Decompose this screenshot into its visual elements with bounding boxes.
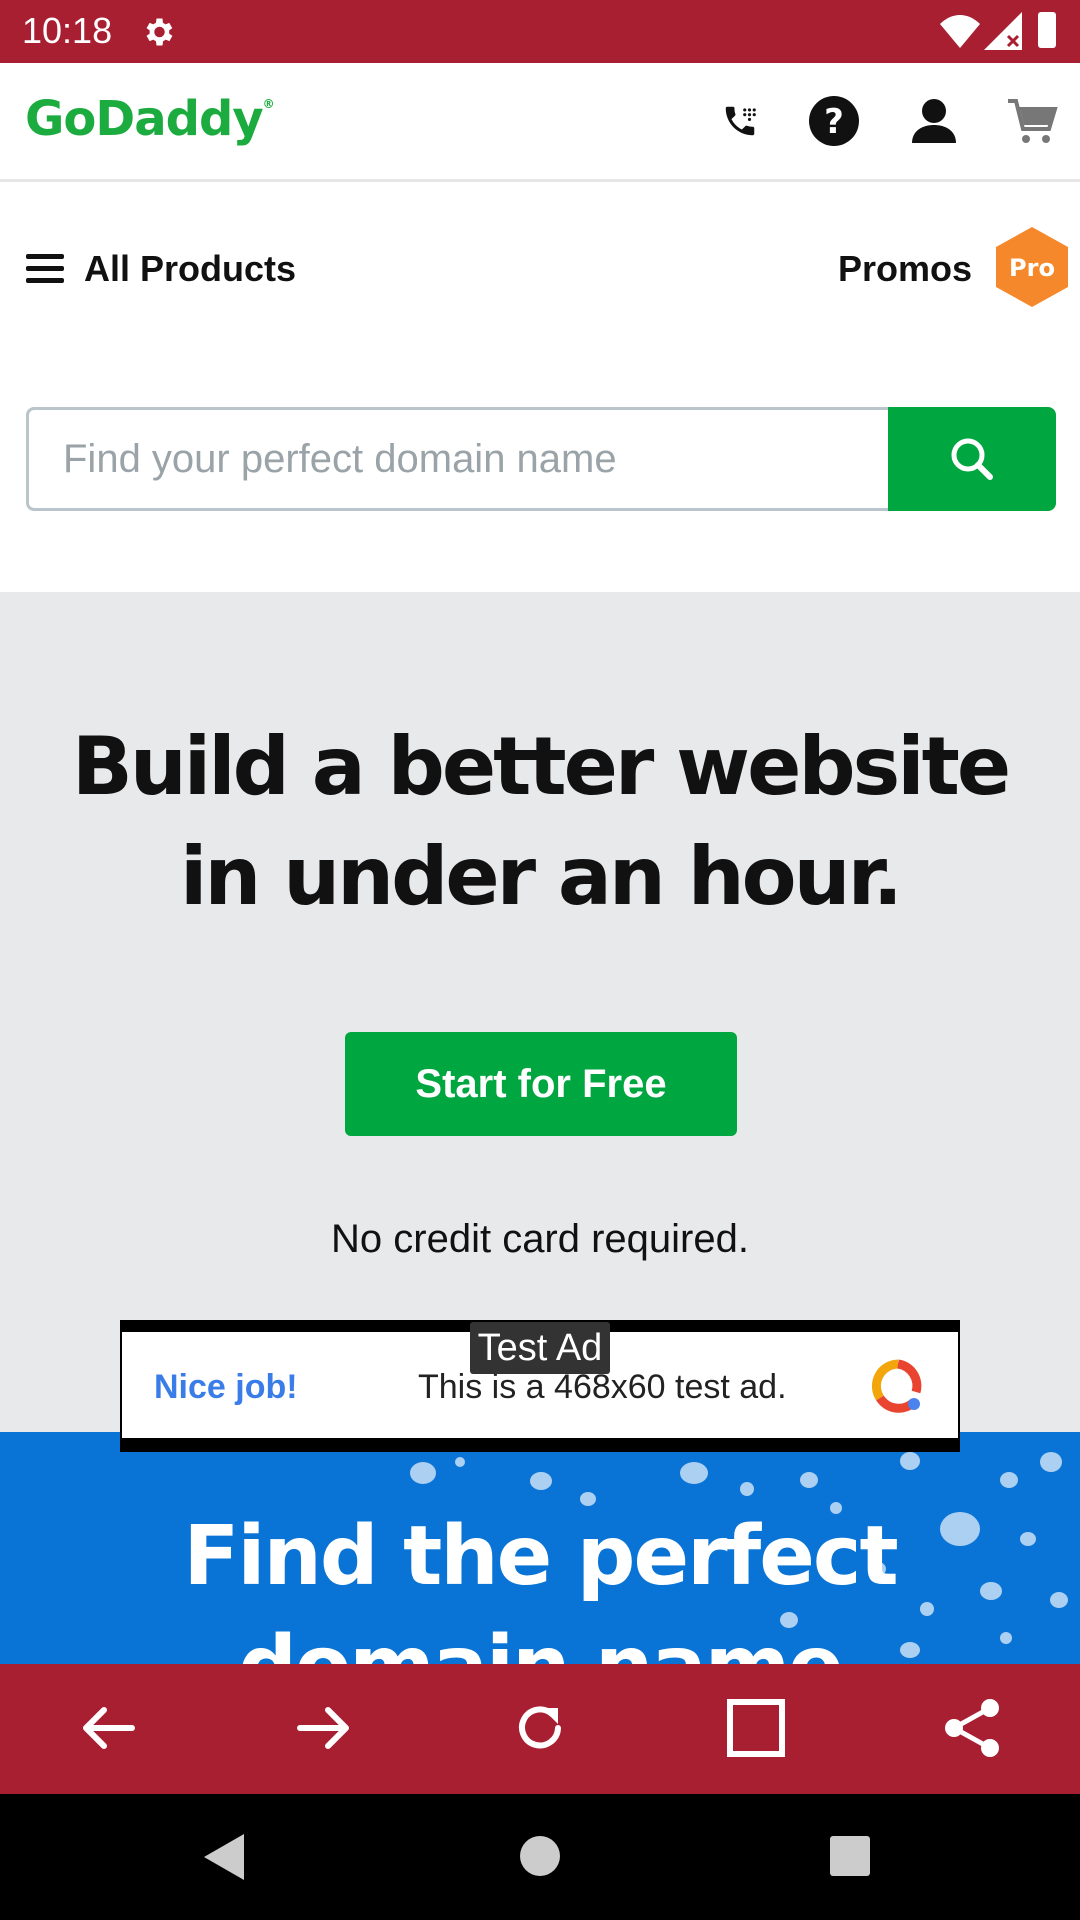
start-free-button[interactable]: Start for Free (345, 1032, 737, 1136)
hero-title: Build a better website in under an hour. (0, 712, 1080, 932)
domain-search-input[interactable] (26, 407, 890, 511)
system-recents-icon[interactable] (830, 1836, 870, 1876)
account-icon[interactable] (906, 93, 962, 149)
hero-title-line1: Build a better website (71, 720, 1011, 813)
registered-mark: ® (262, 97, 275, 111)
pro-badge-icon[interactable]: Pro (996, 227, 1068, 307)
phone-icon[interactable] (712, 93, 768, 149)
test-ad-label: Test Ad (470, 1322, 610, 1374)
pro-badge-label: Pro (1009, 254, 1055, 282)
back-arrow-icon[interactable] (76, 1696, 140, 1760)
domain-search (26, 407, 1056, 511)
godaddy-logo[interactable]: GoDaddy® (25, 91, 275, 147)
site-header: GoDaddy® ? (0, 63, 1080, 182)
domain-section: Find the perfect domain name (0, 1432, 1080, 1664)
logo-text: GoDaddy (25, 91, 264, 147)
signal-icon (984, 12, 1022, 50)
promos-link[interactable]: Promos (838, 248, 972, 290)
no-credit-card-note: No credit card required. (331, 1217, 749, 1261)
domain-title-line1: Find the perfect (183, 1509, 898, 1604)
system-navigation-bar (0, 1794, 1080, 1920)
settings-gear-icon (146, 18, 173, 46)
status-bar: 10:18 (0, 0, 1080, 63)
domain-title: Find the perfect domain name (0, 1502, 1080, 1664)
hero-section: Build a better website in under an hour.… (0, 592, 1080, 1432)
system-back-icon[interactable] (204, 1834, 244, 1880)
search-button[interactable] (888, 407, 1056, 511)
share-icon[interactable] (940, 1696, 1004, 1760)
forward-arrow-icon[interactable] (292, 1696, 356, 1760)
svg-text:?: ? (824, 102, 844, 142)
battery-icon (1038, 12, 1056, 48)
system-home-icon[interactable] (520, 1836, 560, 1876)
wifi-icon (940, 15, 980, 48)
nav-area: All Products Promos Pro (0, 182, 1080, 592)
refresh-icon[interactable] (508, 1696, 572, 1760)
all-products-link[interactable]: All Products (84, 248, 296, 290)
ad-logo-icon (871, 1359, 922, 1413)
domain-title-line2: domain name (238, 1619, 844, 1664)
browser-toolbar (0, 1664, 1080, 1794)
search-icon (951, 438, 993, 480)
cart-icon[interactable] (1004, 93, 1060, 149)
ad-nice-job: Nice job! (154, 1368, 298, 1406)
help-icon[interactable]: ? (806, 93, 862, 149)
hamburger-menu-icon[interactable] (26, 254, 64, 284)
status-time: 10:18 (22, 10, 113, 51)
tabs-square-icon[interactable] (724, 1696, 788, 1760)
hero-title-line2: in under an hour. (179, 830, 903, 923)
